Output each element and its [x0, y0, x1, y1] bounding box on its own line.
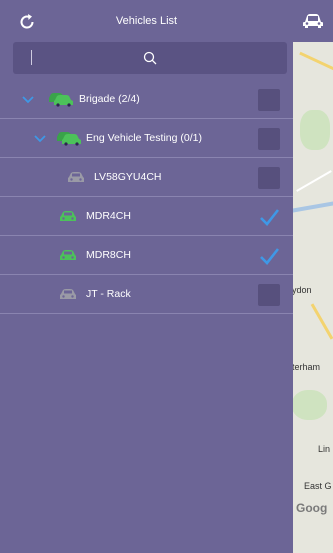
checkmark-icon[interactable] [258, 206, 280, 228]
tree-item-label: MDR4CH [86, 210, 131, 222]
checkbox[interactable] [258, 89, 280, 111]
map-river [292, 201, 333, 213]
checkbox[interactable] [258, 284, 280, 306]
map-place-label: Lin [318, 444, 331, 454]
map-place-label: ydon [292, 285, 312, 295]
car-icon [302, 14, 323, 28]
map-place-label: terham [292, 362, 321, 372]
checkmark-icon[interactable] [258, 245, 280, 267]
map-road [299, 51, 333, 72]
tree-vehicle-mdr4ch[interactable]: MDR4CH [0, 197, 293, 236]
tree-vehicle-jt-rack[interactable]: JT - Rack [0, 275, 293, 314]
checkbox[interactable] [258, 128, 280, 150]
vehicle-group-icon [57, 132, 81, 146]
map-place-label: East G [304, 481, 332, 491]
tree-item-label: MDR8CH [86, 249, 131, 261]
tree-item-label: LV58GYU4CH [94, 171, 162, 183]
search-input[interactable] [13, 42, 287, 74]
map-view[interactable]: ydon terham Lin East G Goog [292, 0, 333, 553]
checkbox[interactable] [258, 167, 280, 189]
vehicle-tree: Brigade (2/4) Eng Vehicle Testing (0/1) [0, 80, 293, 314]
map-road [310, 303, 333, 340]
tree-item-label: JT - Rack [86, 288, 131, 300]
map-toggle-button[interactable] [292, 0, 333, 42]
car-offline-icon [68, 172, 84, 182]
panel-header: Vehicles List [0, 0, 293, 42]
tree-item-label: Eng Vehicle Testing (0/1) [86, 132, 202, 144]
map-park-area [292, 390, 327, 420]
map-park-area [300, 110, 330, 150]
car-offline-icon [60, 289, 76, 299]
tree-item-label: Brigade (2/4) [79, 93, 140, 105]
tree-group-eng-vehicle-testing[interactable]: Eng Vehicle Testing (0/1) [0, 119, 293, 158]
tree-vehicle-lv58gyu4ch[interactable]: LV58GYU4CH [0, 158, 293, 197]
page-title: Vehicles List [115, 15, 178, 27]
vehicles-panel: Vehicles List Brigade (2/4) Eng Vehicle … [0, 0, 293, 553]
tree-group-brigade[interactable]: Brigade (2/4) [0, 80, 293, 119]
vehicle-group-icon [49, 93, 73, 107]
car-online-icon [60, 211, 76, 221]
map-road [296, 170, 332, 192]
search-bar[interactable] [13, 42, 287, 74]
chevron-down-icon[interactable] [34, 135, 46, 143]
refresh-icon[interactable] [18, 13, 36, 31]
chevron-down-icon[interactable] [22, 96, 34, 104]
tree-vehicle-mdr8ch[interactable]: MDR8CH [0, 236, 293, 275]
google-logo: Goog [296, 501, 328, 515]
car-online-icon [60, 250, 76, 260]
